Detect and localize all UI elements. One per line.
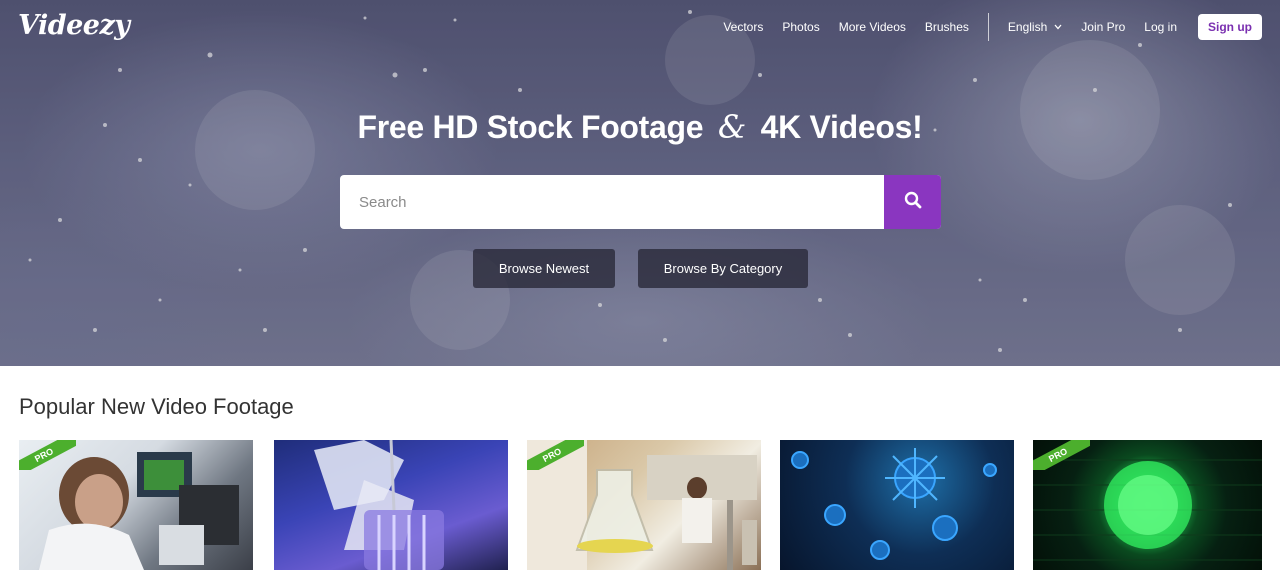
videezy-logo[interactable]: Videezy [18, 10, 130, 41]
headline-part1: Free HD Stock Footage [357, 109, 704, 145]
nav-item-brushes[interactable]: Brushes [925, 20, 969, 34]
thumbnail-image [791, 448, 997, 560]
search-icon [904, 191, 922, 214]
nav-item-vectors[interactable]: Vectors [723, 20, 763, 34]
thumbnail-image [314, 440, 444, 570]
search-bar [340, 175, 941, 229]
headline-part2: 4K Videos! [760, 109, 923, 145]
chevron-down-icon [1054, 23, 1062, 32]
video-thumbnail[interactable]: PRO [19, 440, 253, 570]
pro-badge: PRO [19, 440, 76, 470]
nav-item-more-videos[interactable]: More Videos [839, 20, 906, 34]
video-thumbnail[interactable]: PRO [1033, 440, 1262, 570]
language-label: English [1007, 20, 1048, 34]
search-input[interactable] [340, 175, 884, 229]
join-pro-link[interactable]: Join Pro [1081, 20, 1125, 34]
browse-category-button[interactable]: Browse By Category [638, 249, 808, 288]
video-thumbnail[interactable]: PRO [527, 440, 761, 570]
pro-badge: PRO [527, 440, 584, 470]
video-thumbnail[interactable] [274, 440, 508, 570]
search-button[interactable] [884, 175, 941, 229]
browse-newest-button[interactable]: Browse Newest [473, 249, 615, 288]
headline-ampersand: & [717, 108, 747, 146]
video-thumbnail[interactable] [780, 440, 1014, 570]
hero-headline: Free HD Stock Footage & 4K Videos! [0, 108, 1280, 146]
nav-divider [987, 13, 989, 41]
signup-button[interactable]: Sign up [1198, 14, 1262, 40]
section-title: Popular New Video Footage [19, 394, 294, 419]
login-link[interactable]: Log in [1144, 20, 1177, 34]
language-selector[interactable]: English [1008, 20, 1062, 34]
nav-item-photos[interactable]: Photos [782, 20, 819, 34]
top-nav: Vectors Photos More Videos Brushes Engli… [704, 12, 1262, 42]
pro-badge: PRO [1033, 440, 1090, 470]
